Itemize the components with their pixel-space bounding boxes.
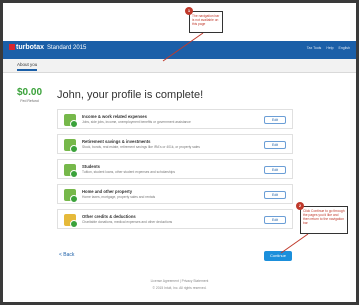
callout-1: 1 The navigation bar is not available on… <box>185 7 223 33</box>
app-window: turbotax Standard 2015 Tax Tools Help Eng… <box>0 0 359 305</box>
callout-text: The navigation bar is not available on t… <box>192 14 220 26</box>
callout-arrow-1 <box>162 32 204 62</box>
callout-number: 2 <box>296 202 304 210</box>
callout-text: Click Continue to go through the pages y… <box>303 209 345 225</box>
callout-arrow-2 <box>280 233 309 254</box>
callout-number: 1 <box>185 7 193 15</box>
callout-arrows <box>162 32 309 254</box>
callout-2: 2 Click Continue to go through the pages… <box>296 202 348 234</box>
